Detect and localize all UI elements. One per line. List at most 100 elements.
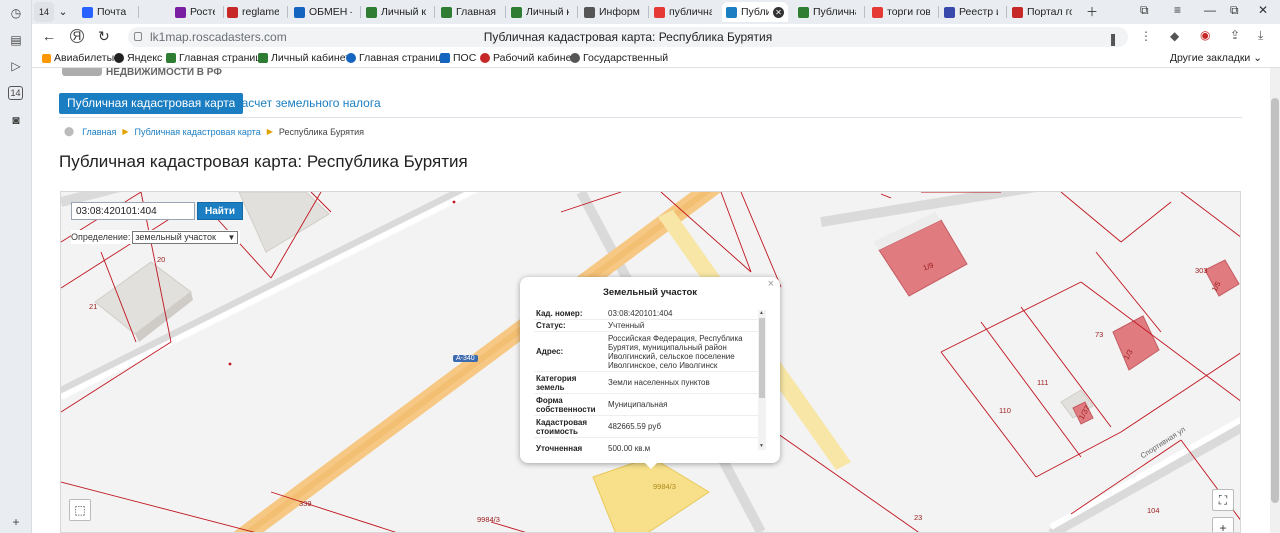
close-window-icon[interactable]: ✕ bbox=[1258, 3, 1268, 17]
menu-icon[interactable]: ≡ bbox=[1174, 3, 1181, 17]
tab-list-chevron-icon[interactable]: ⌄ bbox=[56, 2, 70, 22]
back-icon[interactable]: ← bbox=[42, 28, 56, 44]
extension-icon[interactable]: ◆ bbox=[1170, 29, 1179, 43]
table-row: Кад. номер: 03:08:420101:404 bbox=[534, 308, 766, 320]
tab-favicon-icon bbox=[798, 6, 809, 18]
yandex-icon[interactable]: Я bbox=[70, 29, 84, 43]
plot-label: 110 bbox=[999, 406, 1011, 415]
bookmark-main-page-2[interactable]: Главная страница bbox=[346, 52, 447, 64]
definition-value: земельный участок bbox=[135, 232, 216, 242]
select-area-icon[interactable]: ⬚ bbox=[69, 499, 91, 521]
browser-tab[interactable]: Ростелек bbox=[171, 2, 219, 22]
tab-active[interactable]: Публи ✕ bbox=[722, 2, 788, 22]
downloads-icon[interactable]: ⤓ bbox=[1258, 28, 1263, 43]
fullscreen-icon[interactable]: ⛶ bbox=[1212, 489, 1234, 511]
find-button[interactable]: Найти bbox=[197, 202, 243, 220]
cadastral-number-input[interactable] bbox=[71, 202, 195, 220]
row-value: Муниципальная bbox=[608, 400, 668, 409]
share-icon[interactable]: ⇪ bbox=[1230, 28, 1240, 42]
browser-tab[interactable]: ОБМЕН – bbox=[290, 2, 356, 22]
browser-tab[interactable]: Личный к bbox=[362, 2, 430, 22]
definition-select[interactable]: земельный участок ▼ bbox=[132, 230, 239, 244]
bookmark-yandex[interactable]: Яндекс bbox=[114, 52, 162, 64]
nav-divider bbox=[59, 117, 1242, 118]
page-scroll-thumb[interactable] bbox=[1271, 98, 1279, 503]
plot-label: 21 bbox=[89, 302, 98, 311]
tab-favicon-icon bbox=[511, 6, 522, 18]
row-key: Категория земель bbox=[536, 373, 577, 392]
popup-pointer bbox=[643, 461, 659, 469]
bookmark-aviabilety[interactable]: Авиабилеты bbox=[42, 52, 114, 64]
browser-tab[interactable]: Главная с bbox=[437, 2, 501, 22]
browser-sidebar: ◷ ▤ ▷ 14 ◙ + bbox=[0, 0, 32, 533]
bookmark-personal-cabinet[interactable]: Личный кабинет bbox=[258, 52, 350, 64]
breadcrumb-map[interactable]: Публичная кадастровая карта bbox=[135, 127, 261, 137]
new-tab-button[interactable]: ＋ bbox=[1086, 3, 1098, 20]
cadastral-map[interactable]: 20 21 303 73 111 110 104 339 9984/3 23 1… bbox=[60, 191, 1241, 533]
scroll-up-icon[interactable]: ▲ bbox=[759, 310, 764, 316]
history-icon[interactable]: ◷ bbox=[7, 4, 25, 22]
tab-favicon-icon bbox=[441, 6, 452, 18]
table-row: Адрес: Российская Федерация, Республика Б… bbox=[534, 332, 766, 372]
add-panel-icon[interactable]: + bbox=[7, 513, 25, 531]
more-icon[interactable]: ⋮ bbox=[1140, 29, 1152, 43]
row-key: Уточненная bbox=[536, 444, 583, 452]
row-key: Кад. номер: bbox=[536, 309, 583, 318]
bookmark-main-page-1[interactable]: Главная страница bbox=[166, 52, 267, 64]
alice-icon[interactable]: ◉ bbox=[1200, 28, 1210, 42]
tab-public-cadastral-map[interactable]: Публичная кадастровая карта bbox=[59, 93, 244, 114]
browser-tab[interactable]: Портал го bbox=[1008, 2, 1076, 22]
yandex-bookmark-icon bbox=[114, 53, 124, 63]
url-field[interactable]: lk1map.roscadasters.com Публичная кадаст… bbox=[128, 27, 1128, 47]
close-tab-icon[interactable]: ✕ bbox=[773, 6, 784, 18]
scroll-down-icon[interactable]: ▼ bbox=[759, 443, 764, 449]
other-bookmarks[interactable]: Другие закладки ⌄ bbox=[1170, 52, 1262, 64]
browser-tab[interactable]: публична bbox=[650, 2, 716, 22]
notes-icon[interactable]: ▤ bbox=[7, 31, 25, 49]
row-value: Российская Федерация, Республика Бурятия… bbox=[608, 333, 743, 370]
browser-tab[interactable]: reglament bbox=[223, 2, 283, 22]
tab-separator bbox=[1006, 6, 1007, 18]
popup-scroll-thumb[interactable] bbox=[759, 318, 765, 398]
browser-tab[interactable]: Публична bbox=[794, 2, 860, 22]
tab-bar: 14 ⌄ Почта Ма Ростелек reglament ОБМЕН – Лич… bbox=[32, 0, 1280, 24]
shield-icon bbox=[258, 53, 268, 63]
tab-favicon-icon bbox=[872, 6, 883, 18]
tab-label: ОБМЕН – bbox=[309, 6, 352, 18]
bookmark-icon[interactable]: ❚ bbox=[1108, 32, 1118, 46]
breadcrumb-arrow-icon: ▶ bbox=[266, 127, 273, 136]
site-subtitle: НЕДВИЖИМОСТИ В РФ bbox=[106, 68, 222, 78]
calendar-icon[interactable]: 14 bbox=[8, 86, 23, 100]
page-scrollbar[interactable] bbox=[1270, 68, 1280, 533]
browser-tab[interactable]: Информа bbox=[580, 2, 644, 22]
tab-separator bbox=[360, 6, 361, 18]
tab-separator bbox=[505, 6, 506, 18]
popup-table: Кад. номер: 03:08:420101:404 Статус: Учтен… bbox=[534, 308, 766, 452]
popup-scrollbar[interactable]: ▲ ▼ bbox=[758, 310, 766, 450]
zoom-in-icon[interactable]: + bbox=[1212, 517, 1234, 532]
tab-land-tax-calculation[interactable]: Расчет земельного налога bbox=[234, 93, 381, 114]
browser-tab[interactable]: торги гов bbox=[868, 2, 934, 22]
row-value: 500.00 кв.м bbox=[608, 444, 651, 452]
cabinet-icon bbox=[480, 53, 490, 63]
play-icon[interactable]: ▷ bbox=[7, 57, 25, 75]
row-key: Адрес: bbox=[536, 347, 564, 356]
tab-favicon-icon bbox=[584, 6, 595, 18]
minimize-icon[interactable]: — bbox=[1204, 3, 1216, 17]
reload-icon[interactable]: ↻ bbox=[98, 28, 110, 45]
bookmark-work-cabinet[interactable]: Рабочий кабинет bbox=[480, 52, 576, 64]
row-value: 482665.59 руб bbox=[608, 422, 662, 431]
bookmark-state[interactable]: Государственный bbox=[570, 52, 668, 64]
collections-icon[interactable]: ⧉ bbox=[1140, 3, 1149, 18]
restore-icon[interactable]: ⧉ bbox=[1230, 3, 1239, 18]
row-value: Учтенный bbox=[608, 321, 645, 330]
screenshot-icon[interactable]: ◙ bbox=[7, 111, 25, 129]
bookmark-pos[interactable]: ПОС bbox=[440, 52, 476, 64]
browser-tab[interactable]: Реестр из bbox=[940, 2, 1002, 22]
bookmark-label: Авиабилеты bbox=[54, 52, 115, 64]
tab-counter[interactable]: 14 bbox=[34, 2, 54, 22]
browser-tab[interactable]: Личный к bbox=[507, 2, 573, 22]
breadcrumb-home[interactable]: Главная bbox=[82, 127, 116, 137]
browser-tab[interactable]: Почта Ма bbox=[78, 2, 134, 22]
plane-icon bbox=[42, 53, 51, 63]
